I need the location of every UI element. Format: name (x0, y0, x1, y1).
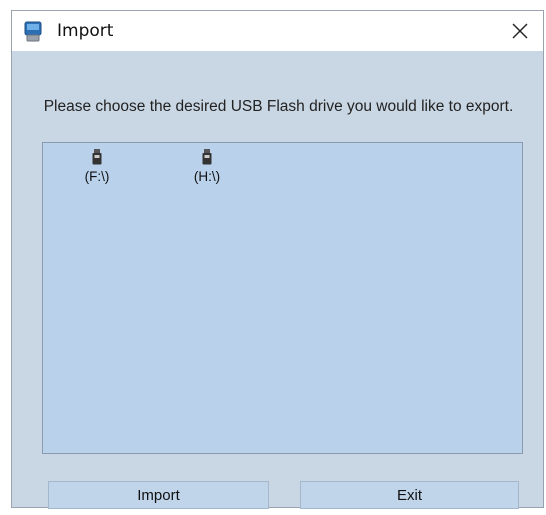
import-dialog: Import Please choose the desired USB Fla… (11, 10, 544, 509)
drive-list[interactable]: (F:\) (H:\) (42, 142, 523, 454)
app-icon (24, 21, 42, 42)
exit-button[interactable]: Exit (300, 481, 519, 509)
close-button[interactable] (497, 11, 543, 51)
import-button[interactable]: Import (48, 481, 269, 509)
usb-drive-icon (92, 149, 102, 165)
usb-drive-icon (202, 149, 212, 165)
drive-label: (F:\) (84, 169, 110, 184)
drive-item-h[interactable]: (H:\) (179, 149, 235, 184)
drive-label: (H:\) (193, 169, 221, 184)
window-title: Import (57, 21, 114, 41)
title-bar: Import (12, 11, 543, 51)
instruction-text: Please choose the desired USB Flash driv… (43, 98, 514, 115)
drive-item-f[interactable]: (F:\) (69, 149, 125, 184)
close-icon (512, 23, 528, 39)
